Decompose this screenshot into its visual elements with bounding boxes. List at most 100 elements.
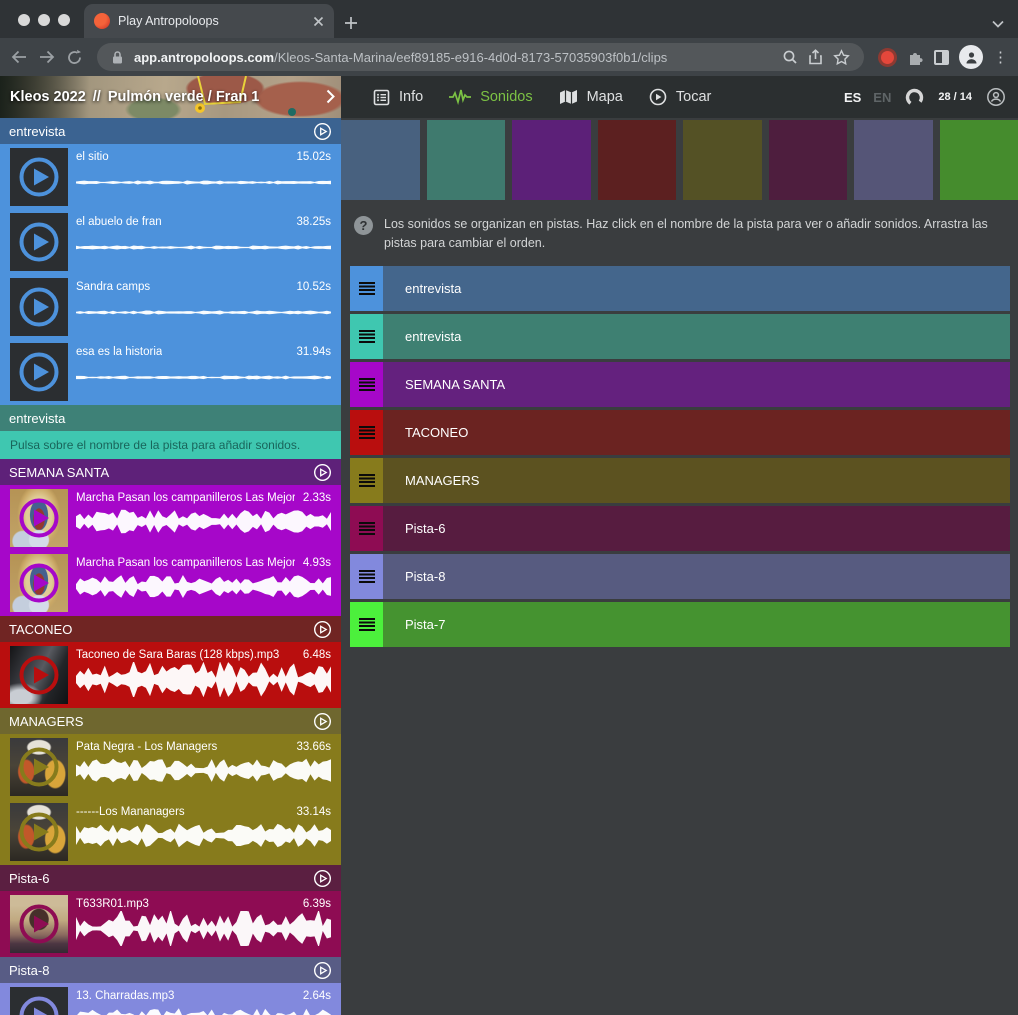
nav-sonidos[interactable]: Sonidos [449,89,532,105]
new-tab-button[interactable] [344,16,358,30]
clip-play-icon[interactable] [17,496,61,540]
drag-handle[interactable] [350,554,383,599]
drag-handle[interactable] [350,458,383,503]
color-swatch[interactable] [427,120,506,200]
account-icon[interactable] [986,87,1006,107]
clip-thumbnail[interactable] [10,554,68,612]
extensions-puzzle-icon[interactable] [907,49,924,66]
nav-info[interactable]: Info [373,89,423,106]
address-bar[interactable]: app.antropoloops.com/Kleos-Santa-Marina/… [97,43,864,71]
nav-tocar[interactable]: Tocar [649,88,711,106]
color-swatch[interactable] [683,120,762,200]
clip-play-icon[interactable] [17,220,61,264]
clip-thumbnail[interactable] [10,895,68,953]
url-text[interactable]: app.antropoloops.com/Kleos-Santa-Marina/… [134,50,772,65]
language-es[interactable]: ES [844,90,861,105]
window-close-button[interactable] [18,14,30,26]
clip[interactable]: el abuelo de fran38.25s [10,213,333,271]
clip-thumbnail[interactable] [10,987,68,1015]
track-row-body[interactable]: TACONEO [383,410,1010,455]
reload-icon[interactable] [66,49,83,66]
drag-handle[interactable] [350,506,383,551]
clip-play-icon[interactable] [17,285,61,329]
clip-thumbnail[interactable] [10,738,68,796]
window-controls[interactable] [18,14,70,26]
track-header[interactable]: SEMANA SANTA [0,459,341,485]
track-row-pista-8[interactable]: Pista-8 [350,554,1010,599]
track-row-body[interactable]: MANAGERS [383,458,1010,503]
track-row-pista-7[interactable]: Pista-7 [350,602,1010,647]
clip[interactable]: 13. Charradas.mp32.64s [10,987,333,1015]
forward-icon[interactable] [38,48,56,66]
clip-thumbnail[interactable] [10,489,68,547]
clip-thumbnail[interactable] [10,343,68,401]
tab-close-icon[interactable] [313,16,324,27]
track-row-entrevista[interactable]: entrevista [350,314,1010,359]
project-breadcrumb[interactable]: Kleos 2022 // Pulmón verde / Fran 1 [0,76,341,118]
clip[interactable]: esa es la historia31.94s [10,343,333,401]
lock-icon[interactable] [111,50,124,65]
nav-mapa[interactable]: Mapa [559,89,623,105]
track-row-body[interactable]: SEMANA SANTA [383,362,1010,407]
recording-indicator-icon[interactable] [881,51,894,64]
track-row-taconeo[interactable]: TACONEO [350,410,1010,455]
track-play-button[interactable] [313,122,332,141]
track-row-body[interactable]: Pista-7 [383,602,1010,647]
drag-handle[interactable] [350,314,383,359]
track-row-entrevista[interactable]: entrevista [350,266,1010,311]
clip[interactable]: T633R01.mp36.39s [10,895,333,953]
clip-play-icon[interactable] [17,745,61,789]
clip-thumbnail[interactable] [10,803,68,861]
track-row-pista-6[interactable]: Pista-6 [350,506,1010,551]
track-header[interactable]: entrevista [0,118,341,144]
track-header[interactable]: Pista-6 [0,865,341,891]
clip[interactable]: Pata Negra - Los Managers33.66s [10,738,333,796]
track-row-body[interactable]: entrevista [383,314,1010,359]
share-icon[interactable] [808,49,823,65]
clip-play-icon[interactable] [17,653,61,697]
browser-menu-icon[interactable]: ⋮ [993,48,1008,66]
color-swatch[interactable] [854,120,933,200]
clip[interactable]: ------Los Mananagers33.14s [10,803,333,861]
track-play-button[interactable] [313,463,332,482]
track-header[interactable]: TACONEO [0,616,341,642]
clip-thumbnail[interactable] [10,646,68,704]
track-header[interactable]: entrevista [0,405,341,431]
language-en[interactable]: EN [873,90,891,105]
clip-play-icon[interactable] [17,902,61,946]
color-swatch[interactable] [512,120,591,200]
color-swatch[interactable] [598,120,677,200]
clip-play-icon[interactable] [17,810,61,854]
track-header[interactable]: MANAGERS [0,708,341,734]
clip-play-icon[interactable] [17,350,61,394]
breadcrumb-project[interactable]: Kleos 2022 [10,89,86,105]
color-swatch[interactable] [341,120,420,200]
clip[interactable]: Taconeo de Sara Baras (128 kbps).mp36.48… [10,646,333,704]
track-play-button[interactable] [313,869,332,888]
search-icon[interactable] [782,49,798,65]
clip[interactable]: Marcha Pasan los campanilleros Las Mejor… [10,489,333,547]
track-row-semana-santa[interactable]: SEMANA SANTA [350,362,1010,407]
breadcrumb-chevron-icon[interactable] [326,89,335,109]
clip[interactable]: Sandra camps10.52s [10,278,333,336]
back-icon[interactable] [10,48,28,66]
track-play-button[interactable] [313,712,332,731]
profile-avatar[interactable] [959,45,983,69]
track-play-button[interactable] [313,620,332,639]
window-minimize-button[interactable] [38,14,50,26]
drag-handle[interactable] [350,410,383,455]
clip-thumbnail[interactable] [10,278,68,336]
clip-thumbnail[interactable] [10,148,68,206]
color-swatch[interactable] [769,120,848,200]
tab-search-chevron-icon[interactable] [992,20,1004,28]
bookmark-star-icon[interactable] [833,49,850,66]
track-row-body[interactable]: Pista-8 [383,554,1010,599]
track-row-managers[interactable]: MANAGERS [350,458,1010,503]
clip[interactable]: el sitio15.02s [10,148,333,206]
clip-play-icon[interactable] [17,994,61,1015]
track-header[interactable]: Pista-8 [0,957,341,983]
browser-tab[interactable]: Play Antropoloops [84,4,334,38]
drag-handle[interactable] [350,602,383,647]
window-zoom-button[interactable] [58,14,70,26]
clip-play-icon[interactable] [17,561,61,605]
